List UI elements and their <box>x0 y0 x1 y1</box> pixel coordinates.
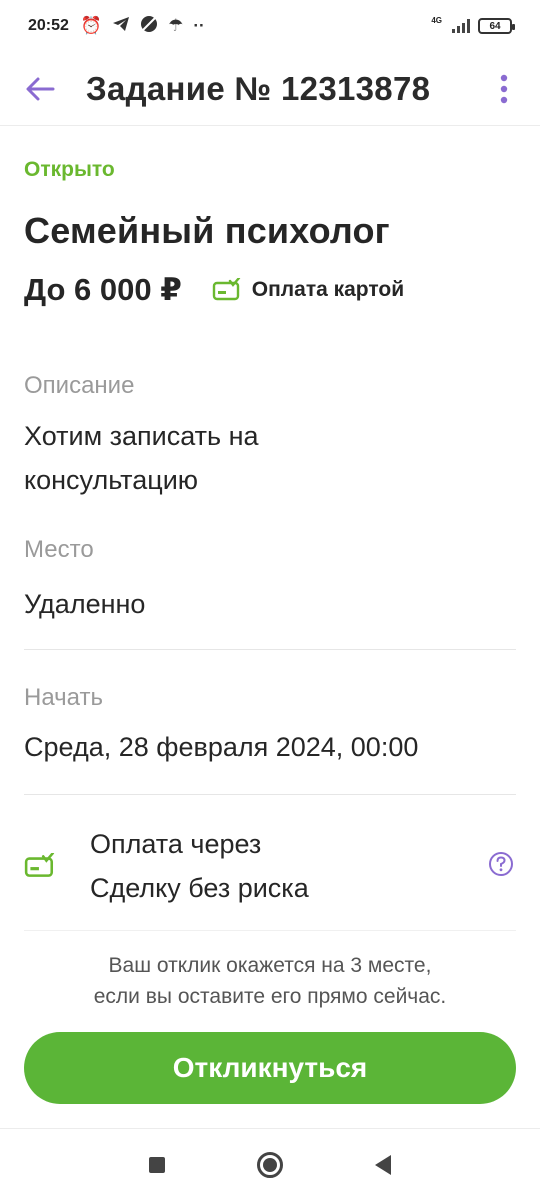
back-button[interactable] <box>0 52 80 126</box>
respond-button[interactable]: Откликнуться <box>24 1032 516 1104</box>
block-icon <box>140 15 158 38</box>
help-button[interactable] <box>488 851 514 882</box>
task-title: Семейный психолог <box>24 210 390 251</box>
card-payment-icon <box>24 853 55 877</box>
description-label: Описание <box>24 372 135 399</box>
battery-icon: 64 <box>478 18 515 34</box>
start-value: Среда, 28 февраля 2024, 00:00 <box>24 732 419 762</box>
start-label: Начать <box>24 684 103 711</box>
signal-icon <box>452 19 470 33</box>
home-button[interactable] <box>257 1151 283 1178</box>
safe-deal-line-2: Сделку без риска <box>90 873 309 903</box>
task-price: До 6 000 ₽ <box>24 272 182 307</box>
safe-deal-row[interactable]: Оплата через Сделку без риска <box>24 816 516 916</box>
price-row: До 6 000 ₽ Оплата картой <box>24 272 516 308</box>
status-notification-icons: ⏰ ☂ ·· <box>81 15 205 38</box>
divider <box>24 930 516 931</box>
description-value: Хотим записать на консультацию <box>24 421 259 495</box>
app-bar: Задание № 12313878 <box>0 52 540 126</box>
status-system-icons: 4G 64 <box>431 15 515 34</box>
battery-level: 64 <box>489 20 501 32</box>
safe-deal-line-1: Оплата через <box>90 829 262 859</box>
more-vertical-icon <box>500 74 508 103</box>
system-nav-bar <box>0 1128 540 1200</box>
divider <box>24 794 516 795</box>
payment-method-label: Оплата картой <box>251 278 405 301</box>
place-value: Удаленно <box>24 589 146 619</box>
task-status: Открыто <box>24 158 115 181</box>
alarm-icon: ⏰ <box>80 16 103 35</box>
more-menu-button[interactable] <box>482 52 526 126</box>
page-title: Задание № 12313878 <box>86 69 431 107</box>
notice-line-1: Ваш отклик окажется на 3 месте, <box>108 954 432 977</box>
network-type: 4G <box>431 15 442 25</box>
divider <box>24 649 516 650</box>
safe-deal-text: Оплата через Сделку без риска <box>90 822 309 910</box>
status-time: 20:52 <box>28 17 69 34</box>
question-icon <box>489 851 513 876</box>
notice-line-2: если вы оставите его прямо сейчас. <box>93 985 447 1008</box>
response-notice: Ваш отклик окажется на 3 месте, если вы … <box>24 950 516 1012</box>
card-payment-info: Оплата картой <box>212 278 404 302</box>
arrow-left-icon <box>26 77 55 100</box>
more-notifications-icon: ·· <box>193 16 205 35</box>
umbrella-icon: ☂ <box>168 16 184 35</box>
place-label: Место <box>24 536 94 563</box>
recent-apps-button[interactable] <box>149 1156 165 1173</box>
card-payment-icon <box>212 278 240 301</box>
system-back-button[interactable] <box>375 1154 391 1175</box>
status-bar: 20:52 ⏰ ☂ ·· 4G 64 <box>0 0 540 52</box>
telegram-icon <box>112 16 130 37</box>
